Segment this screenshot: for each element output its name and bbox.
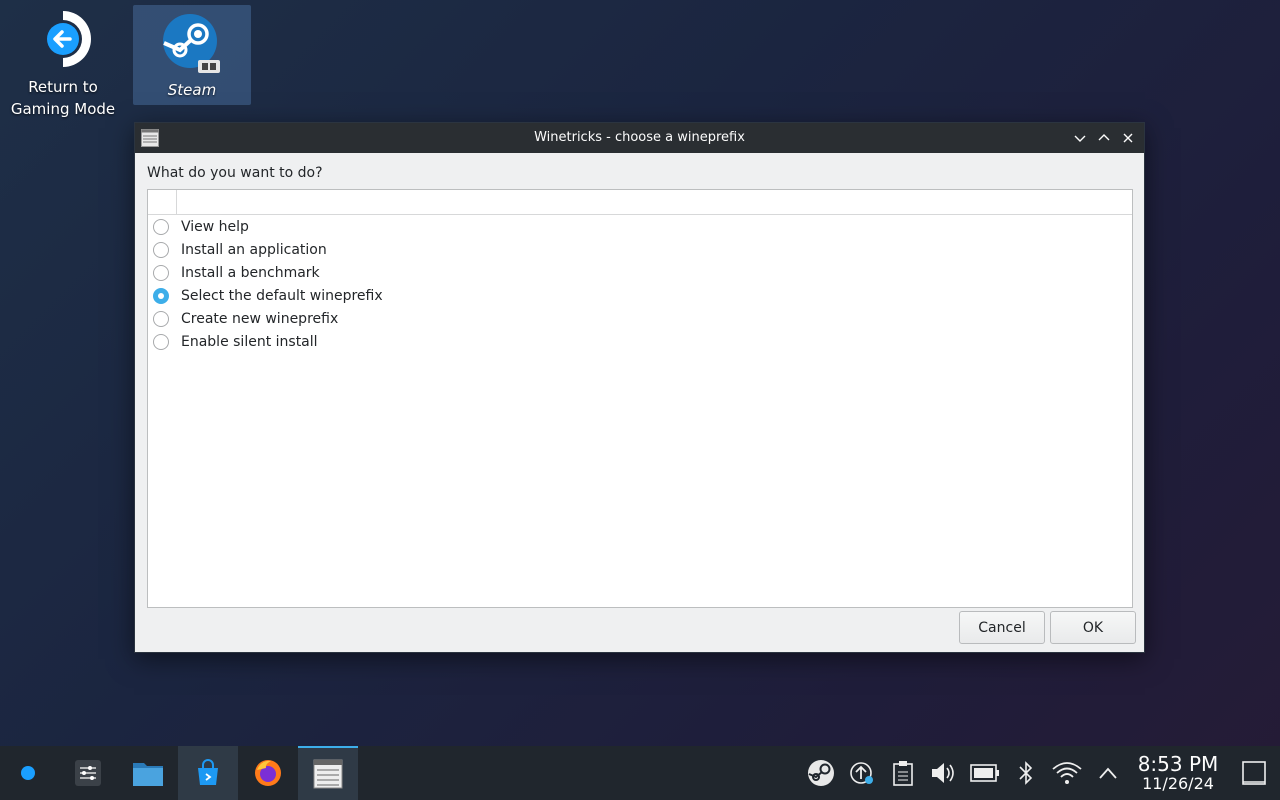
chevron-down-icon xyxy=(1074,135,1086,142)
option-label: Enable silent install xyxy=(181,333,318,350)
dialog-prompt: What do you want to do? xyxy=(147,165,323,181)
option-label: Select the default wineprefix xyxy=(181,287,383,304)
steam-tray-icon xyxy=(807,760,834,786)
wifi-button[interactable] xyxy=(1046,746,1087,800)
header-radio-column[interactable] xyxy=(148,190,177,214)
taskbar-file-manager[interactable] xyxy=(118,746,178,800)
return-to-gaming-mode-shortcut[interactable]: Return to Gaming Mode xyxy=(4,8,122,120)
volume-button[interactable] xyxy=(923,746,964,800)
clock-time: 8:53 PM xyxy=(1137,752,1219,776)
taskbar: 8:53 PM 11/26/24 xyxy=(0,746,1280,800)
option-row-create-wineprefix[interactable]: Create new wineprefix xyxy=(148,307,1132,330)
option-row-install-benchmark[interactable]: Install a benchmark xyxy=(148,261,1132,284)
ok-button[interactable]: OK xyxy=(1050,611,1136,644)
options-list[interactable]: View help Install an application Install… xyxy=(147,189,1133,608)
expand-tray-icon xyxy=(1098,767,1117,779)
bluetooth-button[interactable] xyxy=(1005,746,1046,800)
steam-deck-launcher-icon xyxy=(21,761,41,785)
option-row-silent-install[interactable]: Enable silent install xyxy=(148,330,1132,353)
radio-button[interactable] xyxy=(153,310,169,327)
show-desktop-button[interactable] xyxy=(1228,760,1280,786)
taskbar-firefox[interactable] xyxy=(238,746,298,800)
taskbar-system-settings[interactable] xyxy=(58,746,118,800)
shortcut-label-line2: Gaming Mode xyxy=(10,100,116,118)
discover-store-icon xyxy=(198,759,218,785)
steam-shortcut[interactable]: Steam xyxy=(133,5,251,105)
maximize-button[interactable] xyxy=(1094,123,1114,153)
option-row-select-default-wineprefix[interactable]: Select the default wineprefix xyxy=(148,284,1132,307)
expand-tray-button[interactable] xyxy=(1087,746,1128,800)
firefox-icon xyxy=(255,760,281,786)
radio-button[interactable] xyxy=(153,241,169,258)
option-row-install-application[interactable]: Install an application xyxy=(148,238,1132,261)
radio-button-selected[interactable] xyxy=(153,287,169,304)
return-arrow-icon xyxy=(4,8,122,76)
steam-tray-button[interactable] xyxy=(800,746,841,800)
settings-sliders-icon xyxy=(75,760,101,786)
application-launcher-button[interactable] xyxy=(0,746,58,800)
clipboard-button[interactable] xyxy=(882,746,923,800)
minimize-button[interactable] xyxy=(1070,123,1090,153)
taskbar-winetricks[interactable] xyxy=(298,746,358,800)
option-label: Install an application xyxy=(181,241,327,258)
volume-icon xyxy=(931,763,954,783)
wifi-icon xyxy=(1051,762,1082,784)
header-label-column[interactable] xyxy=(177,190,1132,214)
file-manager-icon xyxy=(133,763,163,786)
show-desktop-icon xyxy=(1242,761,1266,785)
clock-date: 11/26/24 xyxy=(1142,774,1214,793)
winetricks-app-icon[interactable] xyxy=(141,129,159,159)
close-icon xyxy=(1123,133,1133,143)
option-label: Install a benchmark xyxy=(181,264,320,281)
updates-icon xyxy=(849,762,873,784)
battery-button[interactable] xyxy=(964,746,1005,800)
window-titlebar[interactable]: Winetricks - choose a wineprefix xyxy=(135,123,1144,153)
window-title: Winetricks - choose a wineprefix xyxy=(534,130,745,145)
battery-icon xyxy=(969,764,999,782)
radio-button[interactable] xyxy=(153,264,169,281)
updates-button[interactable] xyxy=(841,746,882,800)
shortcut-label-line1: Return to xyxy=(28,78,98,96)
option-row-view-help[interactable]: View help xyxy=(148,215,1132,238)
bluetooth-icon xyxy=(1018,761,1032,785)
cancel-button[interactable]: Cancel xyxy=(959,611,1045,644)
chevron-up-icon xyxy=(1098,134,1110,141)
taskbar-discover[interactable] xyxy=(178,746,238,800)
radio-button[interactable] xyxy=(153,218,169,235)
system-tray: 8:53 PM 11/26/24 xyxy=(800,746,1280,800)
close-button[interactable] xyxy=(1118,123,1138,153)
list-header xyxy=(148,190,1132,215)
digital-clock[interactable]: 8:53 PM 11/26/24 xyxy=(1128,753,1228,793)
option-label: Create new wineprefix xyxy=(181,310,339,327)
clipboard-icon xyxy=(892,761,913,786)
option-label: View help xyxy=(181,218,249,235)
radio-button[interactable] xyxy=(153,333,169,350)
winetricks-dialog: Winetricks - choose a wineprefix What do… xyxy=(134,122,1145,653)
winetricks-window-icon xyxy=(313,759,343,789)
steam-icon xyxy=(133,13,251,79)
shortcut-label: Steam xyxy=(167,81,217,99)
